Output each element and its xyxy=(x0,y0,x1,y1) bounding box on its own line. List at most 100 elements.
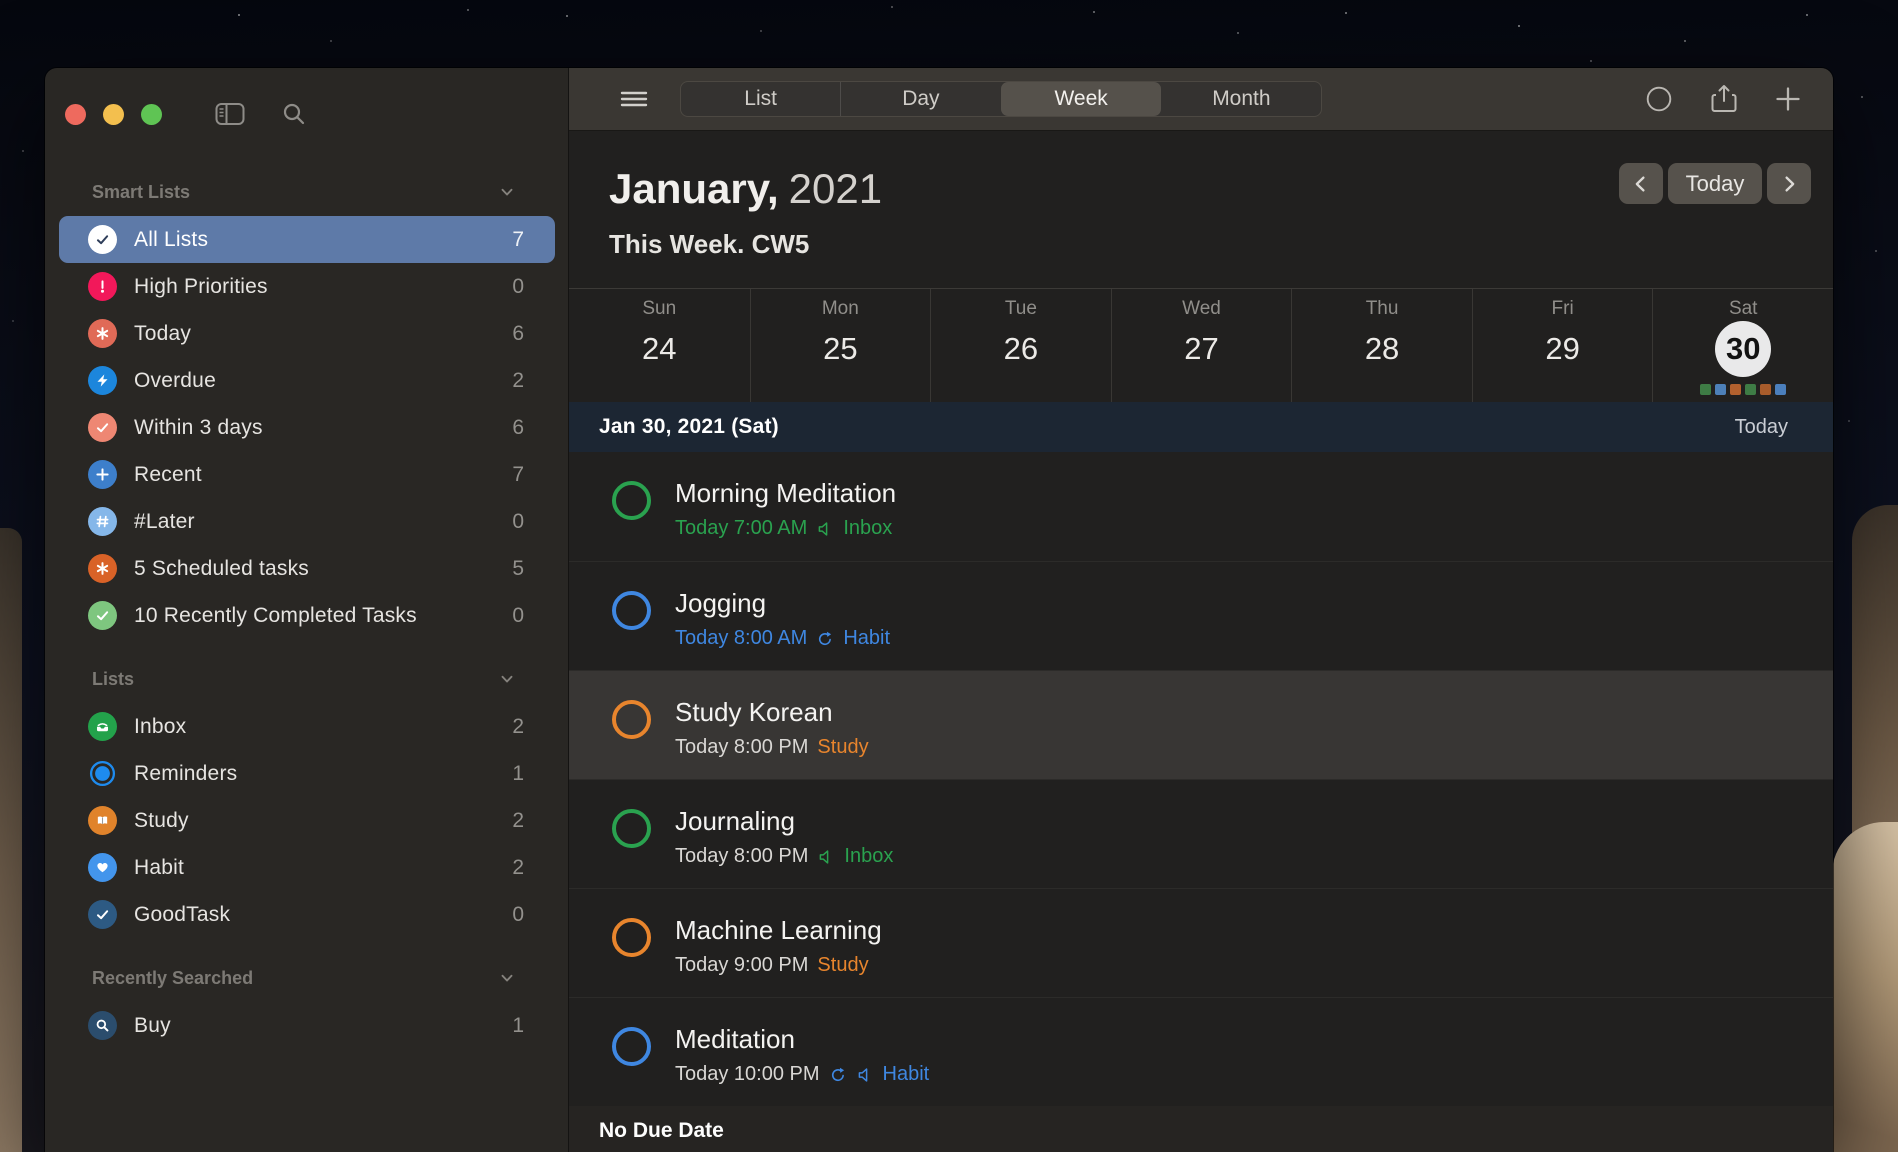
task-row[interactable]: Morning Meditation Today 7:00 AM Inbox xyxy=(569,452,1833,561)
sidebar-item[interactable]: Today 6 xyxy=(59,310,555,357)
share-icon[interactable] xyxy=(1711,84,1737,114)
sidebar-section: Smart Lists All Lists 7 High Priorities … xyxy=(45,180,568,639)
rock-right-lower xyxy=(1832,822,1898,1152)
day-column-fri[interactable]: Fri 29 xyxy=(1472,289,1653,402)
sidebar-item[interactable]: Inbox 2 xyxy=(59,703,555,750)
sidebar-item-count: 1 xyxy=(512,762,524,786)
sidebar-item-label: Overdue xyxy=(134,369,512,393)
next-week-button[interactable] xyxy=(1767,163,1811,204)
tab-list[interactable]: List xyxy=(681,82,840,116)
task-list-name: Study xyxy=(817,736,868,759)
speaker-icon xyxy=(816,520,834,538)
task-row[interactable]: Journaling Today 8:00 PM Inbox xyxy=(569,779,1833,888)
section-title: Smart Lists xyxy=(92,182,498,203)
task-complete-circle[interactable] xyxy=(612,809,651,848)
sidebar-item[interactable]: Study 2 xyxy=(59,797,555,844)
task-title: Morning Meditation xyxy=(675,478,896,508)
task-subtitle: Today 10:00 PM Habit xyxy=(675,1063,929,1086)
task-list-name: Habit xyxy=(843,627,890,650)
view-segmented-control: ListDayWeekMonth xyxy=(680,81,1322,117)
speaker-icon xyxy=(856,1066,874,1084)
task-complete-circle[interactable] xyxy=(612,1027,651,1066)
day-number: 30 xyxy=(1715,321,1771,377)
task-row[interactable]: Study Korean Today 8:00 PM Study xyxy=(569,670,1833,779)
no-due-date-title: No Due Date xyxy=(599,1119,724,1143)
check-icon xyxy=(88,225,117,254)
main-pane: ListDayWeekMonth January,2021 This Week.… xyxy=(569,68,1833,1152)
hamburger-menu-icon[interactable] xyxy=(619,87,649,111)
add-icon[interactable] xyxy=(1775,86,1801,112)
sidebar-item[interactable]: Within 3 days 6 xyxy=(59,404,555,451)
speaker-icon xyxy=(817,848,835,866)
sidebar-item-count: 2 xyxy=(512,809,524,833)
sidebar-item-label: Today xyxy=(134,322,512,346)
asterisk-icon xyxy=(88,319,117,348)
minimize-button[interactable] xyxy=(103,104,124,125)
task-subtitle: Today 8:00 PM Study xyxy=(675,736,869,759)
day-name: Wed xyxy=(1182,298,1221,320)
task-complete-circle[interactable] xyxy=(612,918,651,957)
tab-week[interactable]: Week xyxy=(1001,82,1161,116)
sidebar-item[interactable]: High Priorities 0 xyxy=(59,263,555,310)
sidebar-item[interactable]: Overdue 2 xyxy=(59,357,555,404)
day-section-today-label: Today xyxy=(1735,416,1788,439)
task-subtitle: Today 7:00 AM Inbox xyxy=(675,517,896,540)
task-time: Today 9:00 PM xyxy=(675,954,808,977)
sidebar-item[interactable]: 5 Scheduled tasks 5 xyxy=(59,545,555,592)
radio-icon xyxy=(88,759,117,788)
day-name: Tue xyxy=(1005,298,1037,320)
book-icon xyxy=(88,806,117,835)
search-icon[interactable] xyxy=(281,101,307,127)
sidebar-section: Lists Inbox 2 Reminders 1 Study 2 Habit … xyxy=(45,667,568,938)
day-column-sun[interactable]: Sun 24 xyxy=(569,289,750,402)
chevron-down-icon[interactable] xyxy=(498,969,516,987)
sidebar-item-label: 10 Recently Completed Tasks xyxy=(134,604,512,628)
sidebar-item[interactable]: Recent 7 xyxy=(59,451,555,498)
zoom-button[interactable] xyxy=(141,104,162,125)
tab-month[interactable]: Month xyxy=(1161,82,1321,116)
toolbar-right-icons xyxy=(1645,84,1817,114)
prev-week-button[interactable] xyxy=(1619,163,1663,204)
check-icon xyxy=(88,900,117,929)
day-column-thu[interactable]: Thu 28 xyxy=(1291,289,1472,402)
sidebar-item-count: 6 xyxy=(512,416,524,440)
progress-circle-icon[interactable] xyxy=(1645,85,1673,113)
day-column-wed[interactable]: Wed 27 xyxy=(1111,289,1292,402)
heart-icon xyxy=(88,853,117,882)
day-column-tue[interactable]: Tue 26 xyxy=(930,289,1111,402)
sidebar-item-count: 5 xyxy=(512,557,524,581)
check-icon xyxy=(88,413,117,442)
day-column-sat[interactable]: Sat 30 xyxy=(1652,289,1833,402)
task-complete-circle[interactable] xyxy=(612,591,651,630)
sidebar-item[interactable]: GoodTask 0 xyxy=(59,891,555,938)
day-column-mon[interactable]: Mon 25 xyxy=(750,289,931,402)
sidebar-item[interactable]: Habit 2 xyxy=(59,844,555,891)
day-name: Thu xyxy=(1366,298,1399,320)
sidebar: Smart Lists All Lists 7 High Priorities … xyxy=(45,68,569,1152)
close-button[interactable] xyxy=(65,104,86,125)
today-button[interactable]: Today xyxy=(1668,163,1762,204)
sidebar-item-count: 2 xyxy=(512,715,524,739)
sidebar-item[interactable]: #Later 0 xyxy=(59,498,555,545)
task-complete-circle[interactable] xyxy=(612,481,651,520)
task-row[interactable]: Machine Learning Today 9:00 PM Study xyxy=(569,888,1833,997)
task-complete-circle[interactable] xyxy=(612,700,651,739)
day-number: 26 xyxy=(1004,327,1038,371)
section-title: Lists xyxy=(92,669,498,690)
task-time: Today 8:00 AM xyxy=(675,627,807,650)
sidebar-item[interactable]: Reminders 1 xyxy=(59,750,555,797)
tab-day[interactable]: Day xyxy=(840,82,1000,116)
chevron-down-icon[interactable] xyxy=(498,183,516,201)
task-row[interactable]: Jogging Today 8:00 AM Habit xyxy=(569,561,1833,670)
sidebar-item[interactable]: All Lists 7 xyxy=(59,216,555,263)
sidebar-item-count: 0 xyxy=(512,604,524,628)
day-number: 24 xyxy=(642,327,676,371)
sidebar-item-label: Recent xyxy=(134,463,512,487)
task-subtitle: Today 8:00 PM Inbox xyxy=(675,845,893,868)
task-row[interactable]: Meditation Today 10:00 PM Habit xyxy=(569,997,1833,1106)
sidebar-toggle-icon[interactable] xyxy=(215,102,245,126)
sidebar-item-count: 2 xyxy=(512,856,524,880)
sidebar-item[interactable]: 10 Recently Completed Tasks 0 xyxy=(59,592,555,639)
sidebar-item[interactable]: Buy 1 xyxy=(59,1002,555,1049)
chevron-down-icon[interactable] xyxy=(498,670,516,688)
